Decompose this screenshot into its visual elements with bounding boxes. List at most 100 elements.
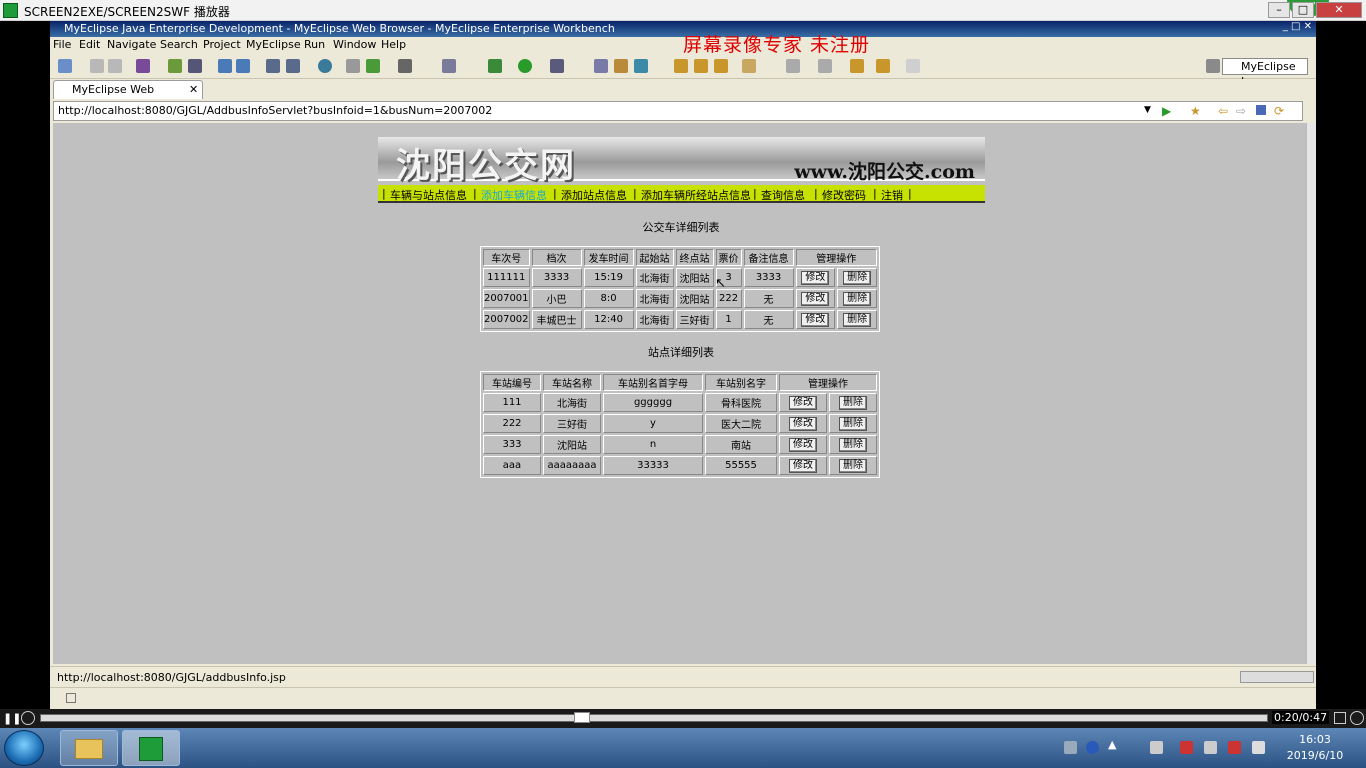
menu-navigate[interactable]: Navigate (104, 38, 159, 51)
nav-query[interactable]: 查询信息 (761, 187, 805, 203)
browser-forward-icon[interactable]: ⇨ (1236, 104, 1246, 118)
delete-button[interactable]: 删除 (843, 291, 872, 306)
folder2-icon[interactable] (742, 59, 756, 73)
system-clock[interactable]: 16:03 2019/6/10 (1280, 732, 1350, 764)
nav-bus-station-info[interactable]: 车辆与站点信息 (390, 187, 467, 203)
nav-add-station[interactable]: 添加站点信息 (561, 187, 627, 203)
menu-window[interactable]: Window (330, 38, 379, 51)
nav-add-bus-station[interactable]: 添加车辆所经站点信息 (641, 187, 751, 203)
debug-icon[interactable] (488, 59, 502, 73)
print-icon[interactable] (108, 59, 122, 73)
close-button[interactable]: ✕ (1316, 2, 1362, 18)
vertical-scrollbar[interactable] (1306, 123, 1316, 664)
nav-add-bus[interactable]: 添加车辆信息 (481, 187, 547, 203)
server-icon[interactable] (188, 59, 202, 73)
seek-thumb[interactable] (574, 712, 590, 723)
folder-icon[interactable] (674, 59, 688, 73)
edit-button[interactable]: 修改 (801, 312, 830, 327)
menu-edit[interactable]: Edit (76, 38, 103, 51)
wizard2-icon[interactable] (236, 59, 250, 73)
new-file-icon[interactable] (286, 59, 300, 73)
menu-project[interactable]: Project (200, 38, 244, 51)
open-perspective-button-icon[interactable] (1206, 59, 1220, 73)
menu-file[interactable]: File (50, 38, 74, 51)
action-center-icon[interactable] (1228, 741, 1241, 754)
nav-logout[interactable]: 注销 (881, 187, 903, 203)
nav-change-password[interactable]: 修改密码 (822, 187, 866, 203)
edit-button[interactable]: 修改 (789, 437, 817, 452)
edit-button[interactable]: 修改 (801, 270, 830, 285)
col-header: 发车时间 (583, 249, 634, 266)
open-icon[interactable] (714, 59, 728, 73)
menu-help[interactable]: Help (378, 38, 409, 51)
sync-icon[interactable] (634, 59, 648, 73)
edit-button[interactable]: 修改 (789, 395, 817, 410)
volume-icon[interactable] (1204, 741, 1217, 754)
delete-button[interactable]: 删除 (839, 458, 867, 473)
pause-icon[interactable]: ❚❚ (3, 712, 21, 725)
stop-icon[interactable] (1256, 105, 1266, 115)
minimize-button[interactable]: – (1268, 2, 1290, 18)
last-edit-icon[interactable] (850, 59, 864, 73)
menu-run[interactable]: Run (301, 38, 328, 51)
menu-myeclipse[interactable]: MyEclipse (243, 38, 304, 51)
cell: gggggg (603, 393, 703, 412)
tray-overflow-icon[interactable]: ▲ (1108, 738, 1121, 751)
start-button[interactable] (4, 730, 44, 766)
run-icon[interactable] (518, 59, 532, 73)
annotation-prev-icon[interactable] (818, 59, 832, 73)
fullscreen-icon[interactable] (1334, 712, 1346, 724)
fast-view-icon[interactable] (66, 693, 76, 703)
edit-button[interactable]: 修改 (789, 458, 817, 473)
delete-button[interactable]: 删除 (839, 437, 867, 452)
wizard-icon[interactable] (218, 59, 232, 73)
back-icon[interactable] (876, 59, 890, 73)
url-dropdown-icon[interactable]: ▼ (1144, 105, 1151, 115)
disabled-icon[interactable] (21, 711, 35, 725)
delete-button[interactable]: 删除 (839, 395, 867, 410)
annotation-next-icon[interactable] (786, 59, 800, 73)
maximize-button[interactable]: □ (1292, 2, 1314, 18)
open-perspective-icon[interactable] (442, 59, 456, 73)
tab-web-browser[interactable]: MyEclipse Web Browser ✕ (53, 80, 203, 113)
url-input[interactable]: http://localhost:8080/GJGL/AddbusInfoSer… (53, 101, 1303, 121)
browser-back-icon[interactable]: ⇦ (1218, 104, 1228, 118)
help-icon[interactable] (1086, 741, 1099, 754)
globe-icon[interactable] (318, 59, 332, 73)
menu-search[interactable]: Search (157, 38, 201, 51)
edit-button[interactable]: 修改 (789, 416, 817, 431)
delete-button[interactable]: 删除 (843, 270, 872, 285)
edit-icon[interactable] (694, 59, 708, 73)
seek-bar[interactable] (40, 714, 1268, 722)
network-icon[interactable] (1150, 741, 1163, 754)
edit-button[interactable]: 修改 (801, 291, 830, 306)
delete-button[interactable]: 删除 (843, 312, 872, 327)
cell: aaaaaaaa (543, 456, 601, 475)
signal-icon[interactable] (1252, 741, 1265, 754)
debug-deploy-icon[interactable] (168, 59, 182, 73)
open-type-icon[interactable] (346, 59, 360, 73)
perspective-switcher[interactable]: MyEclipse J... (1222, 58, 1308, 88)
info-icon[interactable] (1350, 711, 1364, 725)
player-title-bar: SCREEN2EXE/SCREEN2SWF 播放器 37 – □ ✕ (0, 0, 1366, 21)
deploy-icon[interactable] (266, 59, 280, 73)
search-icon[interactable] (594, 59, 608, 73)
external-tools-icon[interactable] (550, 59, 564, 73)
close-icon[interactable]: ✕ (189, 81, 198, 98)
security-icon[interactable] (1180, 741, 1193, 754)
favorites-icon[interactable]: ★ (1190, 104, 1201, 118)
refresh-icon[interactable] (366, 59, 380, 73)
forward-icon[interactable] (906, 59, 920, 73)
player-taskbar-icon[interactable] (122, 730, 180, 766)
explorer-taskbar-icon[interactable] (60, 730, 118, 766)
new-icon[interactable] (58, 59, 72, 73)
browser-refresh-icon[interactable]: ⟳ (1274, 104, 1284, 118)
console-icon[interactable] (398, 59, 412, 73)
package-icon[interactable] (136, 59, 150, 73)
go-icon[interactable]: ▶ (1162, 104, 1171, 118)
task-icon[interactable] (614, 59, 628, 73)
keyboard-icon[interactable] (1064, 741, 1077, 754)
eclipse-window-controls[interactable]: _ □ ✕ (1283, 21, 1312, 32)
delete-button[interactable]: 删除 (839, 416, 867, 431)
save-icon[interactable] (90, 59, 104, 73)
